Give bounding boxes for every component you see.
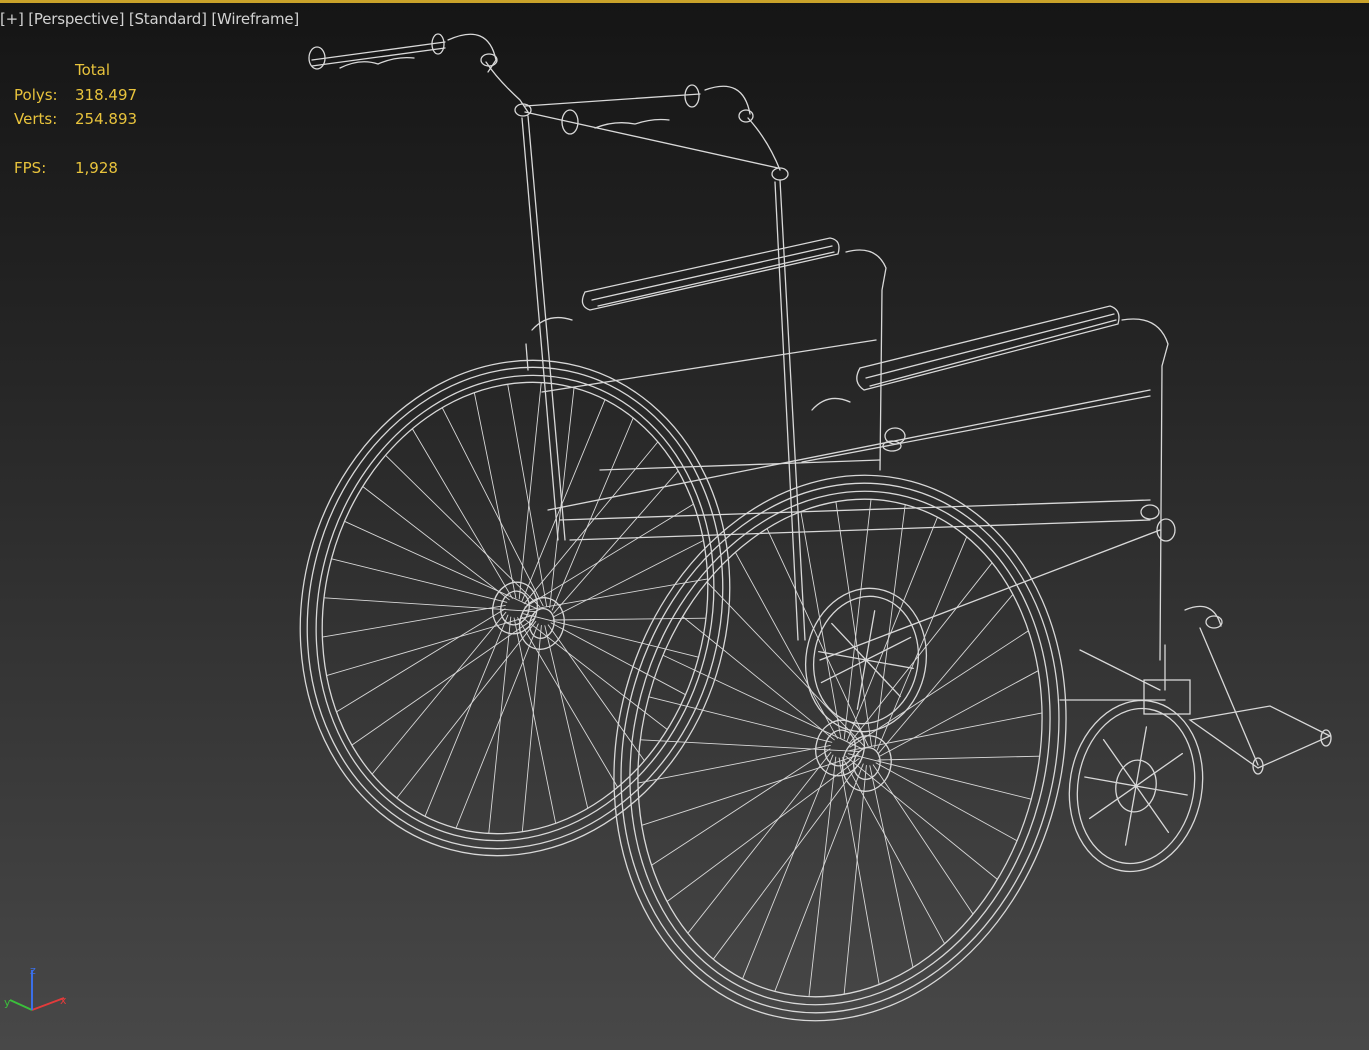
wheel-spoke [637,744,831,784]
wheel-spoke [362,486,510,601]
push-handles [308,33,779,169]
wheel-spoke [553,540,704,618]
wheel-spoke [774,763,864,992]
x-axis-label: x [60,994,67,1007]
wheel-spoke [326,614,535,676]
y-axis-label: y [4,996,11,1009]
axis-tripod-gizmo: x y z [4,964,67,1011]
wheel-spoke [808,756,837,998]
wheel-spoke [385,454,541,608]
wheel-spoke [766,528,869,747]
wheel-spoke [521,624,542,833]
wheel-spoke [411,428,513,599]
z-axis-label: z [30,964,36,977]
wheel-spoke [848,562,993,745]
wheel-spoke [875,762,1018,842]
footrest [1143,605,1332,775]
back-frame [485,61,806,641]
wheel-spoke [706,581,866,748]
wheel-spoke [551,417,634,611]
wheel-spoke [552,617,707,621]
caster-wheel-back [804,587,928,733]
wheel-spoke [351,617,535,746]
wheel-spoke [662,654,863,750]
wheel-spoke [849,712,1043,752]
wheel-spoke [845,755,998,880]
wheel-spoke [424,614,509,817]
wheel-spoke [507,383,548,607]
wheel-spoke [687,751,832,934]
wheel-spoke [344,520,538,610]
wheel-spoke [742,754,834,980]
wheel-spoke [869,765,914,968]
wheel-spoke [336,608,506,713]
wheel-spoke [331,558,508,603]
wheel-spoke [549,387,575,609]
caster-wheel-front [1068,699,1204,873]
y-axis-line [9,999,33,1011]
wheel-spoke [838,757,880,985]
wheel-spoke [455,623,539,829]
wheel-spoke [524,503,694,608]
wheel-spoke [872,764,974,915]
armrests [525,237,1169,661]
perspective-viewport[interactable]: [+] [Perspective] [Standard] [Wireframe]… [0,0,1369,1050]
wheel-spoke [849,630,1029,748]
wheel-spoke [488,616,512,834]
wheel-spoke [648,696,833,743]
wheel-spoke [441,407,544,607]
wheel-spoke [517,617,619,788]
wheelchair-wireframe-model[interactable] [0,0,1369,1050]
wheel-spoke [521,399,606,602]
wheel-spoke [323,597,536,612]
wheel-spoke [843,498,872,740]
wheel-spoke [842,757,946,945]
wheel-spoke [520,615,668,730]
rear-wheel-left [299,359,731,857]
wheel-spoke [877,755,1041,761]
wheel-spoke [550,622,686,696]
wheel-spoke [712,761,862,960]
